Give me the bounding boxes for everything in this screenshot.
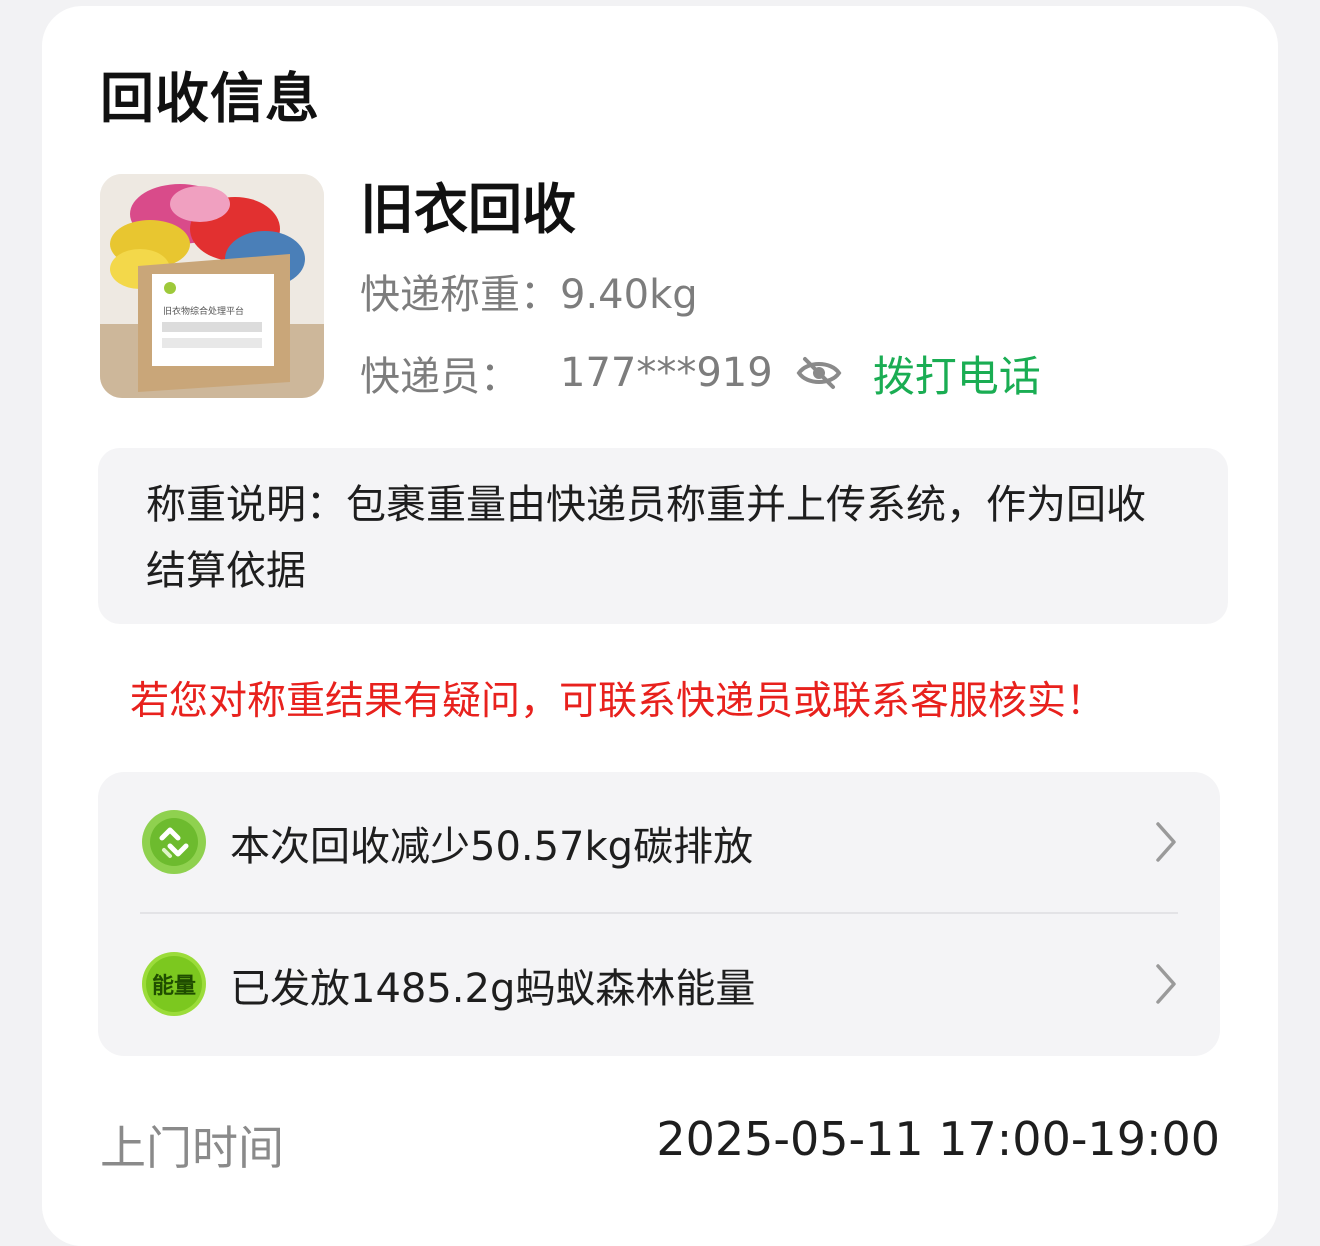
eco-benefits-panel: 本次回收减少50.57kg碳排放 能量 已发放1485.2g蚂蚁森林能量 — [98, 772, 1220, 1056]
energy-badge-text: 能量 — [152, 973, 196, 999]
courier-label: 快递员： — [360, 354, 520, 400]
courier-row: 快递员： 177***919 拨打电话 — [360, 345, 1041, 401]
courier-phone: 177***919 — [560, 350, 773, 396]
weight-note-text: 称重说明：包裹重量由快递员称重并上传系统，作为回收结算依据 — [146, 482, 1146, 594]
section-title: 回收信息 — [100, 67, 320, 130]
eye-hidden-icon[interactable] — [795, 349, 843, 397]
energy-badge-icon: 能量 — [142, 952, 206, 1016]
chevron-right-icon — [1156, 964, 1176, 1004]
call-courier-button[interactable]: 拨打电话 — [873, 343, 1041, 404]
dispute-warning: 若您对称重结果有疑问，可联系快递员或联系客服核实！ — [130, 679, 1106, 724]
weight-row: 快递称重：9.40kg — [360, 262, 698, 320]
carbon-reduction-text: 本次回收减少50.57kg碳排放 — [230, 824, 754, 870]
visit-time-label: 上门时间 — [100, 1121, 284, 1175]
recycle-icon — [142, 810, 206, 874]
chevron-right-icon — [1156, 822, 1176, 862]
item-title: 旧衣回收 — [360, 178, 576, 241]
box-print-text: 旧衣物综合处理平台 — [163, 305, 244, 317]
weight-note: 称重说明：包裹重量由快递员称重并上传系统，作为回收结算依据 — [98, 448, 1228, 624]
clothes-box-photo: 旧衣物综合处理平台 — [100, 174, 324, 398]
weight-label: 快递称重： — [360, 272, 560, 318]
forest-energy-text: 已发放1485.2g蚂蚁森林能量 — [230, 966, 756, 1012]
forest-energy-row[interactable]: 能量 已发放1485.2g蚂蚁森林能量 — [98, 914, 1220, 1054]
carbon-reduction-row[interactable]: 本次回收减少50.57kg碳排放 — [98, 772, 1220, 912]
item-thumbnail: 旧衣物综合处理平台 — [100, 174, 324, 398]
weight-value: 9.40kg — [560, 272, 698, 318]
visit-time-value: 2025-05-11 17:00-19:00 — [656, 1112, 1220, 1166]
